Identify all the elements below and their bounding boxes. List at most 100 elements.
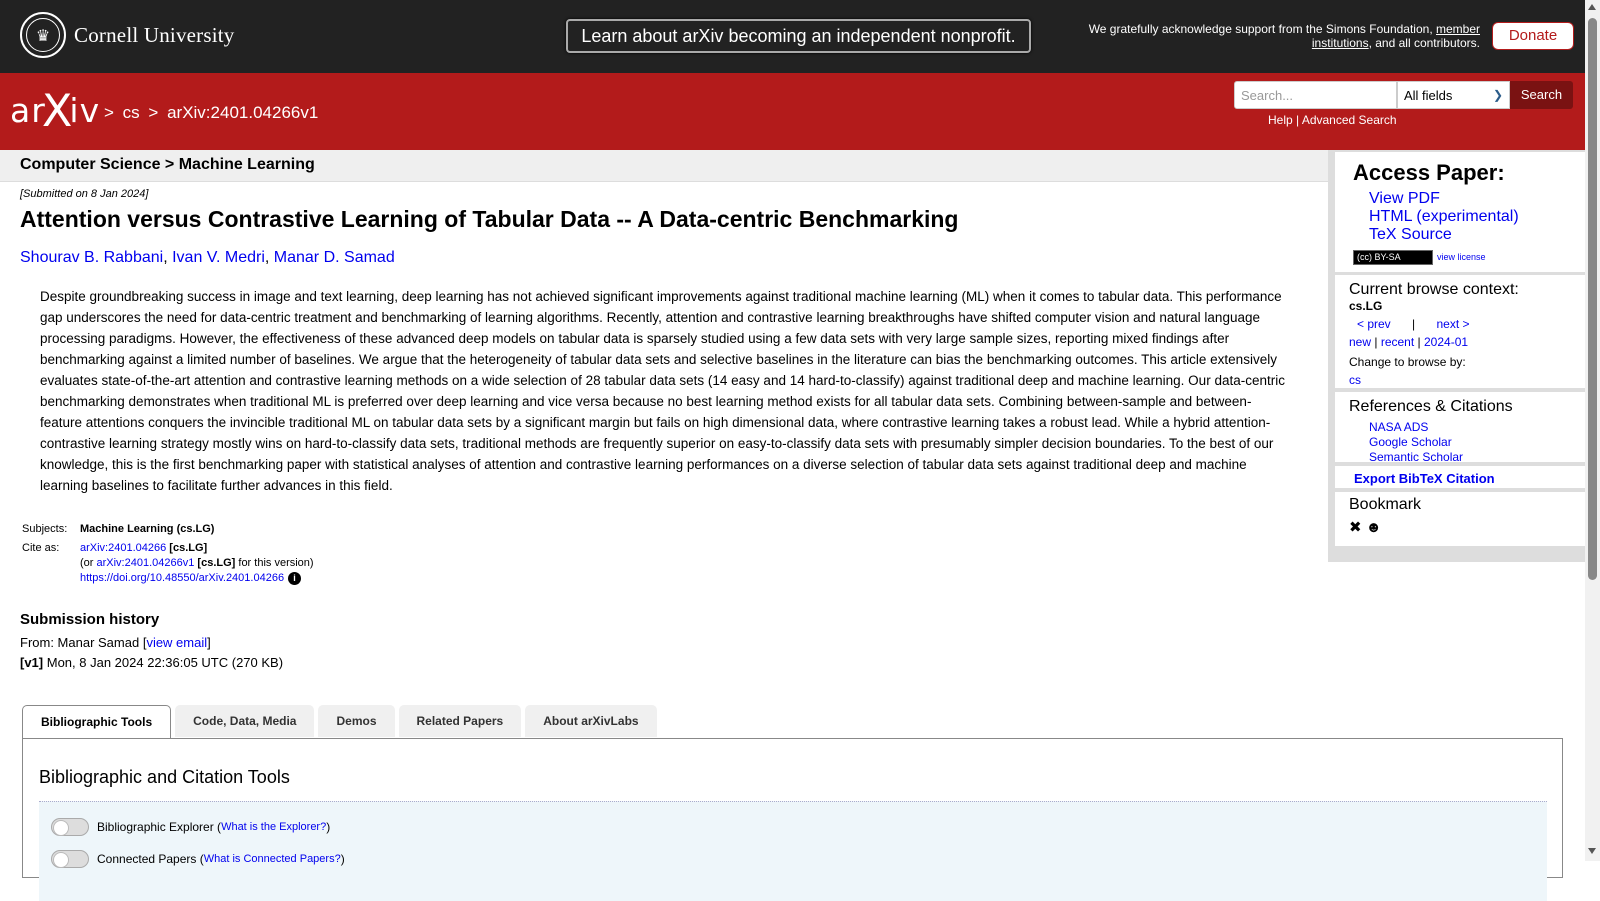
- arxiv-logo[interactable]: arXiv: [10, 84, 100, 137]
- recent-link[interactable]: recent: [1381, 335, 1414, 349]
- scrollbar[interactable]: [1585, 0, 1600, 861]
- cite-version-link[interactable]: arXiv:2401.04266v1: [97, 557, 195, 569]
- browse-heading: Current browse context:: [1349, 281, 1519, 298]
- bookmark-heading: Bookmark: [1349, 496, 1422, 513]
- from-text: From: Manar Samad [: [20, 635, 147, 650]
- sep: |: [1374, 335, 1378, 349]
- crumb-sep: >: [148, 103, 159, 122]
- subjects-value: Machine Learning (cs.LG): [80, 523, 215, 535]
- reddit-icon[interactable]: ☻: [1366, 519, 1382, 536]
- arxiv-header: arXiv > cs > arXiv:2401.04266v1 Search..…: [0, 73, 1585, 150]
- subject-header: Computer Science > Machine Learning: [0, 150, 1328, 182]
- crumb-cs[interactable]: cs: [123, 103, 140, 122]
- tool-list: Bibliographic Explorer (What is the Expl…: [39, 801, 1547, 901]
- breadcrumb: > cs > arXiv:2401.04266v1: [104, 103, 322, 123]
- author-list: Shourav B. Rabbani, Ivan V. Medri, Manar…: [20, 249, 395, 266]
- references-box: References & Citations NASA ADS Google S…: [1335, 392, 1585, 464]
- subjects-label: Subjects:: [22, 523, 68, 535]
- export-bibtex-link[interactable]: Export BibTeX Citation: [1354, 471, 1495, 486]
- cite-category: [cs.LG]: [169, 542, 208, 554]
- advanced-search-link[interactable]: Advanced Search: [1302, 113, 1397, 127]
- connected-papers-toggle[interactable]: [51, 850, 89, 868]
- browse-context-box: Current browse context: cs.LG < prev | n…: [1335, 275, 1585, 388]
- view-email-link[interactable]: view email: [146, 635, 207, 650]
- search-button[interactable]: Search: [1510, 81, 1573, 109]
- cornell-seal-icon: ♛: [20, 12, 66, 58]
- connected-papers-row: Connected Papers (What is Connected Pape…: [51, 850, 345, 868]
- cite-label: Cite as:: [22, 542, 60, 554]
- connected-help-link[interactable]: What is Connected Papers?: [204, 853, 341, 865]
- access-heading: Access Paper:: [1353, 160, 1505, 185]
- explorer-help-link[interactable]: What is the Explorer?: [221, 821, 326, 833]
- from-close: ]: [207, 635, 211, 650]
- bookmark-box: Bookmark ✖ ☻: [1335, 492, 1585, 546]
- scroll-up-icon[interactable]: [1588, 4, 1596, 10]
- crumb-sep: >: [104, 103, 114, 122]
- explorer-row: Bibliographic Explorer (What is the Expl…: [51, 818, 330, 836]
- view-pdf-link[interactable]: View PDF: [1369, 190, 1440, 207]
- paper-title: Attention versus Contrastive Learning of…: [20, 206, 959, 232]
- sep: |: [1417, 335, 1421, 349]
- crumb-paper: arXiv:2401.04266v1: [167, 103, 319, 122]
- info-icon[interactable]: i: [288, 572, 302, 585]
- sep: |: [1412, 317, 1416, 331]
- prev-link[interactable]: < prev: [1357, 317, 1391, 331]
- sep: |: [1296, 113, 1300, 127]
- help-links: Help | Advanced Search: [1268, 113, 1397, 127]
- connected-close: ): [340, 852, 345, 866]
- tab-code-data-media[interactable]: Code, Data, Media: [175, 705, 315, 737]
- search-input[interactable]: Search...: [1234, 81, 1397, 109]
- author-link[interactable]: Shourav B. Rabbani: [20, 249, 163, 266]
- author-link[interactable]: Manar D. Samad: [274, 249, 395, 266]
- submission-history-heading: Submission history: [20, 611, 160, 628]
- labs-tabs: Bibliographic Tools Code, Data, Media De…: [22, 705, 657, 739]
- tab-about-arxivlabs[interactable]: About arXivLabs: [525, 705, 657, 737]
- next-link[interactable]: next >: [1437, 317, 1470, 331]
- scrollbar-thumb[interactable]: [1588, 18, 1597, 580]
- cornell-logo[interactable]: ♛ Cornell University: [20, 12, 235, 58]
- cite-link[interactable]: arXiv:2401.04266: [80, 542, 166, 554]
- tex-source-link[interactable]: TeX Source: [1369, 226, 1452, 243]
- browse-context: cs.LG: [1349, 299, 1383, 313]
- change-browse-label: Change to browse by:: [1349, 355, 1466, 369]
- version-text: Mon, 8 Jan 2024 22:36:05 UTC (270 KB): [43, 655, 284, 670]
- browse-cs-link[interactable]: cs: [1349, 373, 1361, 387]
- submitted-date: [Submitted on 8 Jan 2024]: [20, 188, 149, 200]
- top-banner: ♛ Cornell University Learn about arXiv b…: [0, 0, 1585, 73]
- version-label: [v1]: [20, 655, 44, 670]
- acknowledgement: We gratefully acknowledge support from t…: [1050, 22, 1480, 50]
- help-link[interactable]: Help: [1268, 113, 1293, 127]
- nasa-ads-link[interactable]: NASA ADS: [1369, 420, 1428, 434]
- field-select[interactable]: All fields ❯: [1397, 81, 1510, 109]
- tab-panel: Bibliographic and Citation Tools Bibliog…: [22, 738, 1563, 901]
- sidebar: Access Paper: View PDF HTML (experimenta…: [1328, 150, 1585, 562]
- cornell-name: Cornell University: [74, 22, 235, 47]
- scroll-down-icon[interactable]: [1588, 848, 1596, 854]
- bibtex-box: Export BibTeX Citation: [1335, 466, 1585, 488]
- view-license-link[interactable]: view license: [1437, 252, 1486, 262]
- field-select-value: All fields: [1404, 88, 1453, 103]
- explorer-close: ): [326, 820, 331, 834]
- access-paper-box: Access Paper: View PDF HTML (experimenta…: [1335, 152, 1585, 272]
- doi-link[interactable]: https://doi.org/10.48550/arXiv.2401.0426…: [80, 572, 284, 584]
- donate-button[interactable]: Donate: [1492, 22, 1574, 50]
- abstract: Despite groundbreaking success in image …: [40, 289, 1285, 493]
- cite-version-suffix: for this version): [235, 557, 314, 569]
- submitter: From: Manar Samad [view email]: [20, 635, 211, 650]
- html-link[interactable]: HTML (experimental): [1369, 208, 1519, 225]
- month-link[interactable]: 2024-01: [1424, 335, 1468, 349]
- explorer-toggle[interactable]: [51, 818, 89, 836]
- semantic-scholar-link[interactable]: Semantic Scholar: [1369, 450, 1463, 464]
- tab-demos[interactable]: Demos: [318, 705, 395, 737]
- announcement-button[interactable]: Learn about arXiv becoming an independen…: [566, 19, 1031, 53]
- cc-license-icon[interactable]: (cc) BY-SA: [1353, 250, 1433, 265]
- author-link[interactable]: Ivan V. Medri: [172, 249, 265, 266]
- tab-related-papers[interactable]: Related Papers: [398, 705, 522, 737]
- new-link[interactable]: new: [1349, 335, 1371, 349]
- bibsonomy-icon[interactable]: ✖: [1349, 519, 1362, 536]
- tab-bibliographic-tools[interactable]: Bibliographic Tools: [22, 705, 172, 739]
- metadata-table: Subjects: Machine Learning (cs.LG) Cite …: [20, 520, 316, 588]
- explorer-label: Bibliographic Explorer (: [97, 820, 222, 834]
- cite-or: (or: [80, 557, 97, 569]
- google-scholar-link[interactable]: Google Scholar: [1369, 435, 1452, 449]
